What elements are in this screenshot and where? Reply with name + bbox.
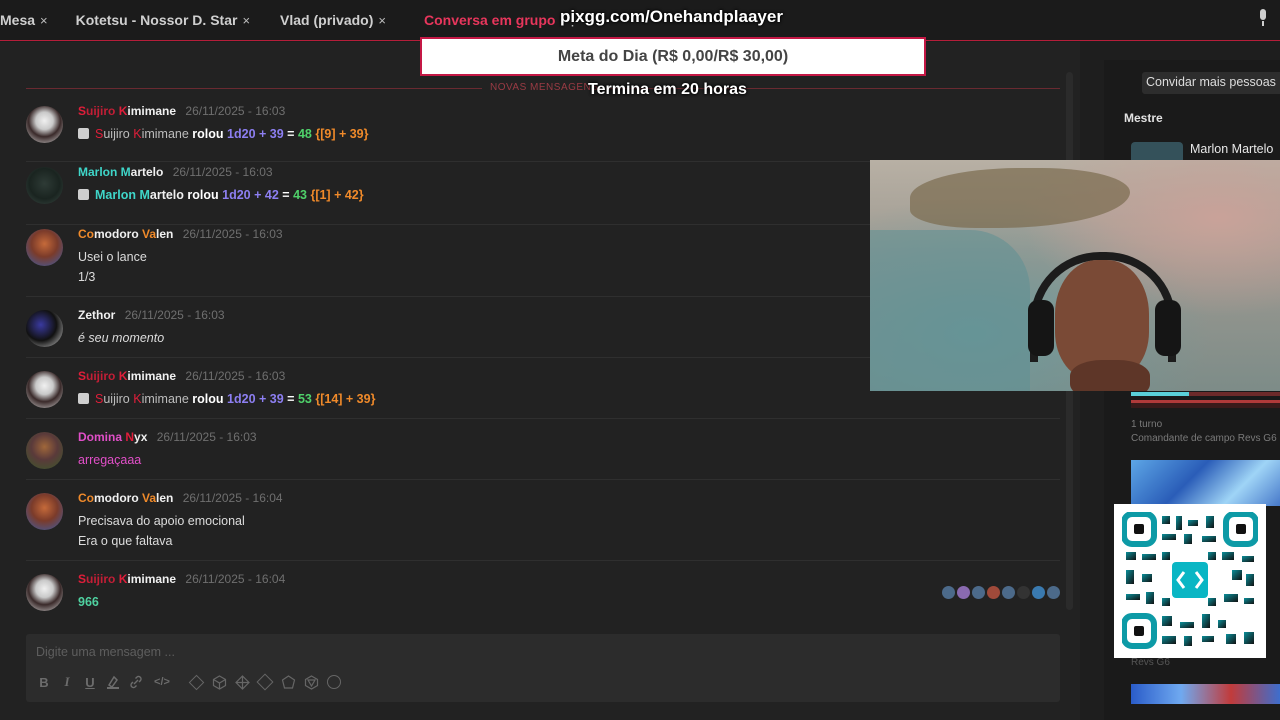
message-text: Usei o lance 1/3 (78, 250, 147, 284)
formatting-toolbar: B I U </> (36, 673, 342, 691)
character-art[interactable] (1131, 684, 1280, 704)
dice-icon (78, 393, 89, 404)
timestamp: 26/11/2025 - 16:04 (182, 491, 283, 505)
author-name[interactable]: Comodoro Valen (78, 491, 173, 505)
timestamp: 26/11/2025 - 16:03 (185, 369, 286, 383)
overlay-url: pixgg.com/Onehandplaayer (560, 7, 783, 26)
d12-dice-icon[interactable] (280, 674, 296, 690)
tab-vlad[interactable]: Vlad (privado) × (264, 0, 400, 41)
author-name[interactable]: Marlon Martelo (78, 165, 163, 179)
timestamp: 26/11/2025 - 16:03 (182, 227, 283, 241)
d8-dice-icon[interactable] (234, 674, 250, 690)
code-button[interactable]: </> (151, 674, 173, 690)
avatar[interactable] (26, 229, 63, 266)
tab-conversa-em-grupo[interactable]: Conversa em grupo (400, 0, 569, 41)
timestamp: 26/11/2025 - 16:03 (156, 430, 257, 444)
tab-kotetsu[interactable]: Kotetsu - Nossor D. Star × (62, 0, 264, 41)
avatar[interactable] (26, 310, 63, 347)
message-text: 966 (78, 595, 99, 609)
message-text: Precisava do apoio emocional Era o que f… (78, 514, 245, 548)
chat-message: Comodoro Valen 26/11/2025 - 16:04 Precis… (26, 491, 1060, 561)
close-icon[interactable]: × (378, 13, 386, 28)
italic-button[interactable]: I (59, 674, 75, 690)
chat-message: Suijiro Kimimane 26/11/2025 - 16:03 Suij… (26, 104, 1060, 162)
avatar[interactable] (26, 493, 63, 530)
microphone-icon[interactable] (1258, 9, 1268, 27)
bold-button[interactable]: B (36, 674, 52, 690)
message-header: Suijiro Kimimane 26/11/2025 - 16:03 (78, 104, 285, 118)
message-header: Suijiro Kimimane 26/11/2025 - 16:03 (78, 369, 285, 383)
underline-button[interactable]: U (82, 674, 98, 690)
timestamp: 26/11/2025 - 16:03 (172, 165, 273, 179)
roll-result: Marlon Martelo rolou 1d20 + 42 = 43 {[1]… (78, 185, 364, 205)
message-header: Comodoro Valen 26/11/2025 - 16:04 (78, 491, 283, 505)
author-name[interactable]: Zethor (78, 308, 115, 322)
close-icon[interactable]: × (242, 13, 250, 28)
message-text: é seu momento (78, 331, 165, 345)
avatar[interactable] (26, 432, 63, 469)
player-name[interactable]: Marlon Martelo (1190, 142, 1273, 156)
d10-dice-icon[interactable] (256, 673, 274, 691)
avatar[interactable] (26, 106, 63, 143)
section-title: Mestre (1124, 111, 1163, 125)
dice-icon (78, 189, 89, 200)
player-thumbnail[interactable] (1131, 142, 1183, 162)
d100-dice-icon[interactable] (326, 674, 342, 690)
timestamp: 26/11/2025 - 16:04 (185, 572, 286, 586)
qr-code (1114, 504, 1266, 658)
timestamp: 26/11/2025 - 16:03 (124, 308, 225, 322)
tab-label: Mesa (0, 12, 36, 28)
highlight-icon[interactable] (105, 674, 121, 690)
chat-message: Domina Nyx 26/11/2025 - 16:03 arregaçaaa (26, 430, 1060, 480)
timestamp: 26/11/2025 - 16:03 (185, 104, 286, 118)
health-bar (1131, 392, 1280, 396)
webcam-overlay (870, 160, 1280, 391)
character-art[interactable] (1131, 460, 1280, 506)
author-name[interactable]: Suijiro Kimimane (78, 104, 176, 118)
close-icon[interactable]: × (40, 13, 48, 28)
message-header: Marlon Martelo 26/11/2025 - 16:03 (78, 165, 273, 179)
avatar[interactable] (26, 574, 63, 611)
message-header: Zethor 26/11/2025 - 16:03 (78, 308, 225, 322)
author-name[interactable]: Domina Nyx (78, 430, 147, 444)
turn-label: 1 turno (1131, 419, 1163, 430)
author-name[interactable]: Comodoro Valen (78, 227, 173, 241)
tab-mesa[interactable]: Mesa × (0, 0, 62, 41)
link-icon[interactable] (128, 674, 144, 690)
tab-label: Conversa em grupo (423, 12, 556, 28)
invite-button[interactable]: Convidar mais pessoas (1142, 72, 1280, 94)
tab-label: Vlad (privado) (280, 12, 374, 28)
character-role: Comandante de campo Revs G6 (1131, 433, 1277, 444)
character-tag: Revs G6 (1131, 657, 1170, 668)
message-text: arregaçaaa (78, 453, 142, 467)
message-composer: B I U </> (26, 634, 1060, 702)
author-name[interactable]: Suijiro Kimimane (78, 572, 176, 586)
avatar[interactable] (26, 167, 63, 204)
read-receipts[interactable] (942, 586, 1060, 599)
d6-dice-icon[interactable] (211, 674, 227, 690)
message-header: Suijiro Kimimane 26/11/2025 - 16:04 (78, 572, 285, 586)
message-input[interactable] (36, 642, 1046, 662)
author-name[interactable]: Suijiro Kimimane (78, 369, 176, 383)
message-header: Comodoro Valen 26/11/2025 - 16:03 (78, 227, 283, 241)
resource-bar (1131, 400, 1280, 408)
avatar[interactable] (26, 371, 63, 408)
roll-result: Suijiro Kimimane rolou 1d20 + 39 = 48 {[… (78, 124, 369, 144)
app-window: Mesa × Kotetsu - Nossor D. Star × Vlad (… (0, 0, 1280, 720)
d4-dice-icon[interactable] (188, 674, 204, 690)
dice-icon (78, 128, 89, 139)
goal-countdown: Termina em 20 horas (588, 81, 747, 98)
message-header: Domina Nyx 26/11/2025 - 16:03 (78, 430, 257, 444)
chat-message: Suijiro Kimimane 26/11/2025 - 16:04 966 (26, 572, 1060, 620)
donation-goal: Meta do Dia (R$ 0,00/R$ 30,00) (420, 37, 926, 76)
roll-result: Suijiro Kimimane rolou 1d20 + 39 = 53 {[… (78, 389, 375, 409)
d20-dice-icon[interactable] (303, 674, 319, 690)
tab-label: Kotetsu - Nossor D. Star (75, 12, 238, 28)
